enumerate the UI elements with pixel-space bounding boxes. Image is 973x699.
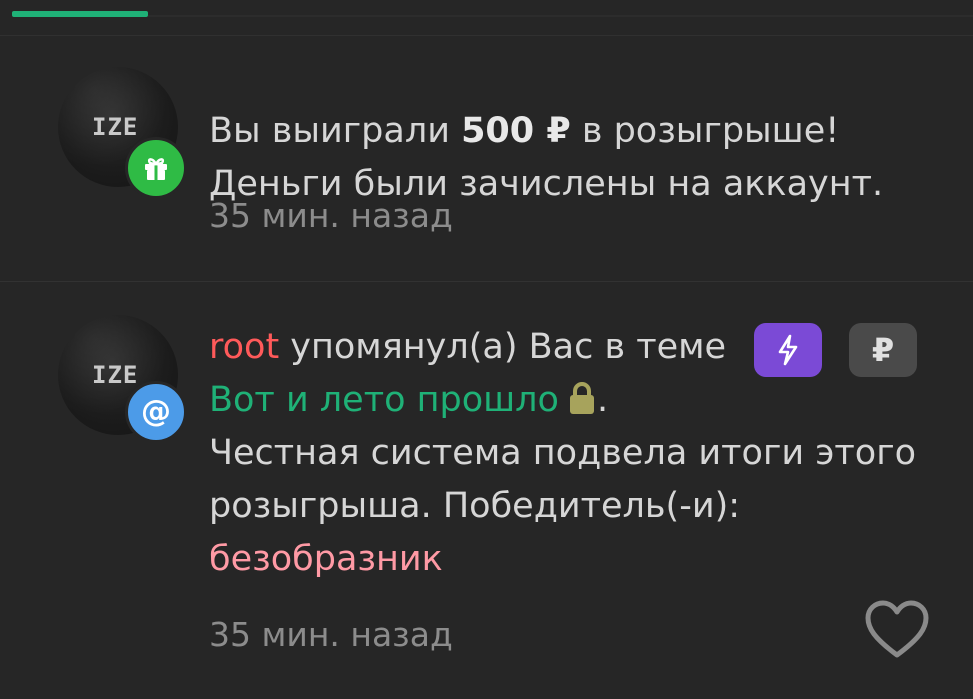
message-line-1: Честная система подвела итоги этого bbox=[209, 433, 917, 473]
ruble-prefix-badge: ₽ bbox=[849, 323, 917, 377]
thread-punctuation: . bbox=[596, 380, 609, 420]
avatar-logo: IZE bbox=[92, 113, 139, 141]
lightning-prefix-badge bbox=[754, 323, 822, 377]
heart-icon[interactable] bbox=[864, 600, 930, 660]
lock-icon bbox=[569, 382, 594, 414]
notification-item[interactable]: IZE Вы выиграли 500 ₽ в розыгрыше! Деньг… bbox=[0, 36, 973, 282]
message-suffix: в розыгрыше! bbox=[570, 111, 840, 151]
message-line-2: розыгрыша. Победитель(-и): bbox=[209, 486, 741, 526]
prize-amount: 500 ₽ bbox=[461, 111, 571, 151]
lightning-icon bbox=[778, 334, 798, 366]
gift-icon bbox=[145, 158, 167, 180]
avatar-logo: IZE bbox=[92, 361, 139, 389]
ruble-icon: ₽ bbox=[871, 331, 895, 369]
at-icon: @ bbox=[141, 394, 171, 429]
timestamp: 35 мин. назад bbox=[209, 196, 453, 235]
thread-title-link[interactable]: Вот и лето прошло bbox=[209, 380, 559, 420]
notification-item[interactable]: IZE @ root упомянул(а) Вас в теме Вот и … bbox=[0, 283, 973, 699]
gift-badge bbox=[125, 137, 187, 199]
active-tab-indicator bbox=[12, 11, 148, 17]
tab-track bbox=[148, 15, 973, 17]
message-prefix: Вы выиграли bbox=[209, 111, 462, 151]
notification-text: root упомянул(а) Вас в теме Вот и лето п… bbox=[209, 321, 949, 586]
winner-link[interactable]: безобразник bbox=[209, 539, 443, 579]
mention-action: упомянул(а) Вас в теме bbox=[279, 327, 727, 367]
timestamp: 35 мин. назад bbox=[209, 615, 453, 654]
mention-badge: @ bbox=[125, 381, 187, 443]
username-link[interactable]: root bbox=[209, 327, 279, 367]
tab-bar bbox=[0, 0, 973, 36]
